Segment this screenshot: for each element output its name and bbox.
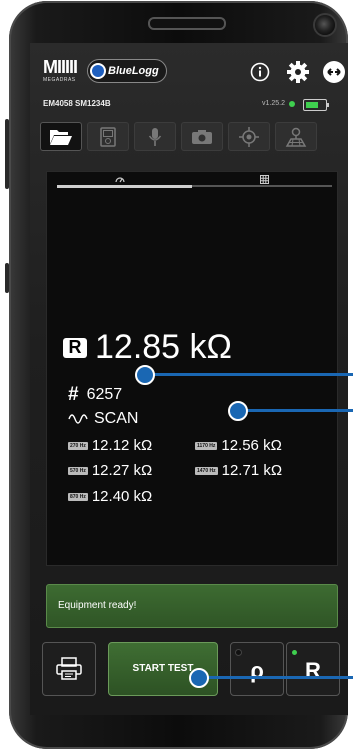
sample-count: # 6257 — [68, 384, 122, 406]
folder-open-icon — [50, 129, 72, 145]
printer-icon — [56, 657, 82, 680]
link-icon — [323, 61, 345, 83]
resistivity-button[interactable]: ρ — [230, 642, 284, 696]
app-badge: BlueLogg — [87, 59, 167, 83]
callout-dot-start — [189, 668, 209, 688]
callout-dot-values — [228, 401, 248, 421]
app-name: BlueLogg — [108, 65, 159, 77]
gps-icon — [239, 126, 259, 147]
frequency-tag: 1470 Hz — [195, 466, 218, 475]
frequency-tag: 570 Hz — [68, 466, 88, 475]
measurement-panel: R 12.85 kΩ # 6257 SCAN 270 Hz 12.12 kΩ 1… — [46, 171, 338, 566]
settings-button[interactable] — [285, 59, 311, 85]
measurement-value: 12.40 kΩ — [91, 488, 153, 505]
meter-button[interactable] — [87, 122, 129, 151]
camera-button[interactable] — [181, 122, 223, 151]
frequency-tag: 1170 Hz — [195, 441, 218, 450]
camera-icon — [192, 129, 212, 144]
gauge-tab-icon — [114, 177, 125, 183]
count-value: 6257 — [86, 386, 123, 403]
side-button — [5, 263, 9, 293]
resistivity-indicator — [236, 650, 241, 655]
microphone-icon — [148, 127, 162, 146]
measurement-570: 570 Hz 12.27 kΩ — [68, 462, 152, 479]
info-icon — [250, 62, 270, 82]
speaker-grille — [148, 17, 226, 30]
callout-line-values — [238, 409, 353, 412]
device-id: EM4058 SM1234B — [43, 99, 111, 108]
callout-line-start — [200, 676, 353, 679]
mode-indicator: SCAN — [68, 410, 138, 428]
frequency-tag: 870 Hz — [68, 492, 88, 501]
info-button[interactable] — [249, 61, 271, 83]
measurement-270: 270 Hz 12.12 kΩ — [68, 437, 152, 454]
hash-icon: # — [68, 384, 79, 405]
map-button[interactable] — [275, 122, 317, 151]
gauge-icon — [100, 126, 116, 147]
resistance-indicator — [292, 650, 297, 655]
map-icon — [285, 127, 307, 147]
megadras-mark: MIIIII — [43, 57, 78, 77]
measurement-870: 870 Hz 12.40 kΩ — [68, 488, 152, 505]
connect-button[interactable] — [322, 60, 346, 84]
tab-grid[interactable] — [192, 172, 337, 186]
tab-gauge[interactable] — [47, 172, 192, 186]
location-button[interactable] — [228, 122, 270, 151]
battery-icon — [303, 99, 329, 111]
measurement-1470: 1470 Hz 12.71 kΩ — [195, 462, 282, 479]
resistivity-label: ρ — [250, 658, 264, 683]
status-message: Equipment ready! — [58, 600, 137, 611]
measurement-value: 12.27 kΩ — [91, 462, 153, 479]
sine-wave-icon — [68, 414, 88, 424]
mode-toolbar — [40, 122, 317, 151]
resistance-value: 12.85 kΩ — [95, 328, 232, 366]
resistance-label: R — [305, 658, 321, 683]
folder-button[interactable] — [40, 122, 82, 151]
measurement-value: 12.71 kΩ — [221, 462, 283, 479]
brand-logo: MIIIII MEGADRAS BlueLogg — [43, 57, 167, 83]
callout-line-scan — [145, 373, 353, 376]
callout-dot-scan — [135, 365, 155, 385]
gear-icon — [287, 61, 309, 83]
resistance-badge: R — [63, 337, 87, 358]
status-banner: Equipment ready! — [46, 584, 338, 628]
megadras-label: MEGADRAS — [43, 77, 76, 83]
measurement-value: 12.12 kΩ — [91, 437, 153, 454]
resistance-readout: R 12.85 kΩ — [63, 328, 232, 367]
tab-indicator-active — [57, 185, 192, 188]
grid-icon — [260, 174, 269, 184]
mode-label: SCAN — [94, 410, 139, 427]
print-button[interactable] — [42, 642, 96, 696]
frequency-tag: 270 Hz — [68, 441, 88, 450]
resistance-button[interactable]: R — [286, 642, 340, 696]
measurement-1170: 1170 Hz 12.56 kΩ — [195, 437, 282, 454]
volume-button — [5, 119, 9, 189]
app-screen: MIIIII MEGADRAS BlueLogg EM4058 SM1234B … — [30, 43, 348, 715]
tab-indicator — [192, 185, 332, 187]
firmware-version: v1.25.2 — [262, 100, 285, 107]
connection-led — [289, 101, 295, 107]
front-camera — [315, 15, 335, 35]
measurement-value: 12.56 kΩ — [221, 437, 282, 454]
bluetooth-icon — [92, 65, 104, 77]
audio-button[interactable] — [134, 122, 176, 151]
